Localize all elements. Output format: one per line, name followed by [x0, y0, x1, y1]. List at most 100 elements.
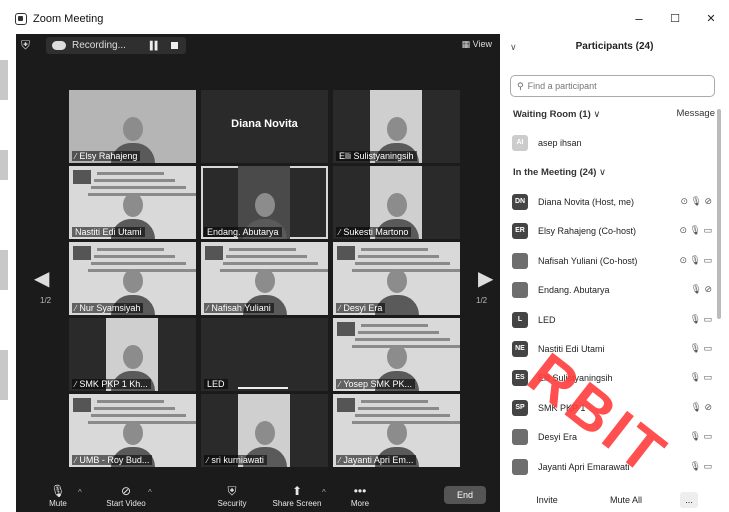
meeting-toolbar: 🎙 Mute ^ ⊘ Start Video ^ ⛨ Security ⬆ Sh…: [16, 480, 500, 512]
cloud-recording-icon: [52, 41, 66, 50]
video-tile[interactable]: ⁄ Nur Syamsiyah: [69, 242, 196, 315]
video-tile[interactable]: ⁄ Nafisah Yuliani: [201, 242, 328, 315]
video-tile[interactable]: ⁄ SMK PKP 1 Kh...: [69, 318, 196, 391]
tile-name-text: LED: [207, 379, 225, 389]
mic-muted-icon: ⁄: [75, 379, 77, 389]
share-screen-button[interactable]: ⬆ Share Screen: [268, 483, 326, 508]
mic-muted-icon: ⁄: [75, 151, 77, 161]
share-options-chevron-icon[interactable]: ^: [322, 488, 326, 497]
tile-name-text: Sukesti Martono: [343, 227, 409, 237]
encryption-shield-icon[interactable]: ⛨: [21, 38, 33, 52]
close-button[interactable]: ✕: [696, 10, 726, 28]
participant-row[interactable]: ES Elli Sulistyaningsih 🎙 ▭: [512, 368, 712, 388]
participant-avatar: ES: [512, 370, 528, 387]
recording-label: Recording...: [72, 40, 126, 51]
desktop-backdrop: [0, 350, 8, 400]
tile-name-text: Nafisah Yuliani: [211, 303, 271, 313]
video-tile[interactable]: ⁄ UMB - Roy Bud...: [69, 394, 196, 467]
participant-row[interactable]: AI asep ihsan: [512, 133, 712, 153]
pause-recording-icon[interactable]: ▌▌: [150, 41, 160, 50]
tile-name-label: ⁄ Nafisah Yuliani: [204, 303, 274, 313]
video-tile[interactable]: Elli Sulistyaningsih: [333, 90, 460, 163]
participants-panel: ∨ Participants (24) ⚲ Waiting Room (1) ∨…: [500, 34, 729, 512]
mute-label: Mute: [49, 499, 67, 508]
video-tile[interactable]: ⁄ Yosep SMK PK...: [333, 318, 460, 391]
participant-row[interactable]: Desyi Era 🎙 ▭: [512, 427, 712, 447]
maximize-button[interactable]: ☐: [660, 10, 690, 28]
previous-page-icon[interactable]: ◀: [34, 266, 49, 291]
security-button[interactable]: ⛨ Security: [212, 483, 252, 508]
search-icon: ⚲: [517, 80, 524, 91]
mute-button[interactable]: 🎙 Mute: [38, 483, 78, 508]
participant-row[interactable]: L LED 🎙 ▭: [512, 310, 712, 330]
tile-name-label: Endang. Abutarya: [204, 227, 282, 237]
zoom-app-icon: [15, 13, 27, 25]
waiting-room-header[interactable]: Waiting Room (1) ∨: [513, 109, 600, 120]
participant-row[interactable]: Jayanti Apri Emarawati 🎙 ▭: [512, 457, 712, 477]
more-dots-icon: •••: [353, 484, 367, 498]
mute-options-chevron-icon[interactable]: ^: [78, 488, 82, 497]
participant-search[interactable]: ⚲: [510, 75, 715, 97]
participants-footer: Invite Mute All ...: [500, 489, 729, 512]
video-tile[interactable]: ⁄ Elsy Rahajeng: [69, 90, 196, 163]
participant-list-scrollbar[interactable]: [717, 109, 721, 319]
message-waiting-room-button[interactable]: Message: [676, 108, 715, 119]
meeting-topbar: ⛨ Recording... ▌▌ ▦ View: [16, 34, 500, 56]
participant-status-icon: 🎙 ⊘: [690, 401, 712, 412]
tile-name-text: sri kurniawati: [211, 455, 264, 465]
tile-name-label: ⁄ Desyi Era: [336, 303, 386, 313]
security-label: Security: [217, 499, 247, 508]
security-shield-icon: ⛨: [227, 484, 237, 498]
participant-search-input[interactable]: [527, 81, 698, 91]
start-video-button[interactable]: ⊘ Start Video: [98, 483, 154, 508]
more-button[interactable]: ••• More: [344, 483, 376, 508]
recording-indicator: Recording... ▌▌: [46, 37, 186, 54]
participant-row[interactable]: NE Nastiti Edi Utami 🎙 ▭: [512, 339, 712, 359]
participant-status-icon: 🎙 ⊘: [690, 284, 712, 295]
window-title: Zoom Meeting: [33, 13, 104, 25]
more-options-button[interactable]: ...: [680, 492, 698, 508]
participant-name: asep ihsan: [538, 138, 582, 148]
participant-avatar: [512, 282, 528, 299]
mute-all-button[interactable]: Mute All: [604, 492, 648, 508]
video-tile[interactable]: Nastiti Edi Utami: [69, 166, 196, 239]
tile-name-label: ⁄ Yosep SMK PK...: [336, 379, 416, 389]
next-page-icon[interactable]: ▶: [478, 266, 493, 291]
video-tile[interactable]: Diana Novita: [201, 90, 328, 163]
tile-name-text: Elsy Rahajeng: [79, 151, 138, 161]
participant-name: Desyi Era: [538, 432, 578, 443]
participant-row[interactable]: DN Diana Novita (Host, me) ⊙ 🎙 ⊘: [512, 192, 712, 212]
view-button[interactable]: ▦ View: [462, 39, 492, 50]
desktop-backdrop: [0, 250, 8, 290]
participant-row[interactable]: Endang. Abutarya 🎙 ⊘: [512, 280, 712, 300]
mic-muted-icon: ⁄: [207, 455, 209, 465]
video-tile[interactable]: ⁄ Sukesti Martono: [333, 166, 460, 239]
participant-status-icon: 🎙 ▭: [689, 460, 712, 471]
participant-row[interactable]: Nafisah Yuliani (Co-host) ⊙ 🎙 ▭: [512, 251, 712, 271]
waiting-room-chevron-icon: ∨: [593, 109, 601, 120]
end-meeting-button[interactable]: End: [444, 486, 486, 504]
stop-recording-icon[interactable]: [171, 42, 179, 49]
more-label: More: [350, 499, 370, 508]
participant-status-icon: 🎙 ▭: [689, 431, 712, 442]
invite-button[interactable]: Invite: [532, 492, 562, 508]
video-tile[interactable]: Endang. Abutarya: [201, 166, 328, 239]
minimize-button[interactable]: –: [624, 10, 654, 28]
video-tile[interactable]: ⁄ Desyi Era: [333, 242, 460, 315]
desktop-backdrop: [0, 60, 8, 100]
microphone-icon: 🎙: [50, 484, 66, 498]
mic-muted-icon: ⁄: [75, 303, 77, 313]
participant-row[interactable]: SP SMK PKP 1 🎙 ⊘: [512, 398, 712, 418]
share-screen-icon: ⬆: [291, 484, 303, 498]
video-options-chevron-icon[interactable]: ^: [148, 488, 152, 497]
title-bar: Zoom Meeting – ☐ ✕: [8, 6, 729, 32]
video-tile[interactable]: LED: [201, 318, 328, 391]
participant-status-icon: 🎙 ▭: [689, 343, 712, 353]
video-tile[interactable]: ⁄ Jayanti Apri Em...: [333, 394, 460, 467]
page-indicator-right: 1/2: [476, 296, 488, 305]
in-meeting-header[interactable]: In the Meeting (24) ∨: [513, 167, 606, 178]
waiting-room-label: Waiting Room (1): [513, 109, 591, 120]
tile-name-label: ⁄ SMK PKP 1 Kh...: [72, 379, 151, 389]
participant-row[interactable]: ER Elsy Rahajeng (Co-host) ⊙ 🎙 ▭: [512, 221, 712, 241]
video-tile[interactable]: ⁄ sri kurniawati: [201, 394, 328, 467]
